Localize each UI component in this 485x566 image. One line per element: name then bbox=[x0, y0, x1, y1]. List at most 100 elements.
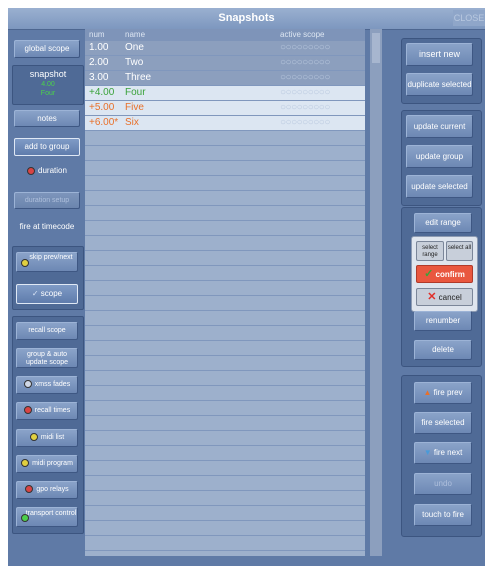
table-row[interactable] bbox=[85, 251, 365, 266]
add-to-group-button[interactable]: add to group bbox=[14, 138, 80, 156]
table-row[interactable]: +4.00 Four ○○○○○○○○○ bbox=[85, 86, 365, 101]
table-row[interactable] bbox=[85, 356, 365, 371]
table-row[interactable]: +5.00 Five ○○○○○○○○○ bbox=[85, 101, 365, 116]
snapshot-list[interactable]: num name active scope 1.00 One ○○○○○○○○○ 2.… bbox=[85, 29, 365, 556]
row-num: +5.00 bbox=[89, 102, 115, 113]
fire-prev-button[interactable]: ▲ fire prev bbox=[414, 382, 472, 404]
table-row[interactable] bbox=[85, 311, 365, 326]
table-row[interactable]: 3.00 Three ○○○○○○○○○ bbox=[85, 71, 365, 86]
select-all-button[interactable]: select all bbox=[446, 241, 473, 261]
duration-label: duration bbox=[38, 166, 67, 175]
transport-control-label: transport control bbox=[25, 510, 77, 517]
table-row[interactable] bbox=[85, 371, 365, 386]
gpo-relays-button[interactable]: gpo relays bbox=[16, 481, 78, 499]
table-row[interactable] bbox=[85, 461, 365, 476]
header-name: name bbox=[125, 30, 146, 39]
select-range-button[interactable]: select range bbox=[416, 241, 444, 261]
cancel-label: cancel bbox=[438, 293, 462, 302]
table-row[interactable] bbox=[85, 236, 365, 251]
group-auto-update-scope-button[interactable]: group & auto update scope bbox=[16, 348, 78, 368]
scope-button[interactable]: ✓ scope bbox=[16, 284, 78, 304]
table-row[interactable] bbox=[85, 326, 365, 341]
table-row[interactable] bbox=[85, 401, 365, 416]
table-row[interactable] bbox=[85, 146, 365, 161]
table-row[interactable] bbox=[85, 521, 365, 536]
table-row[interactable] bbox=[85, 476, 365, 491]
table-row[interactable] bbox=[85, 416, 365, 431]
table-row[interactable] bbox=[85, 536, 365, 551]
fire-next-button[interactable]: ▼ fire next bbox=[414, 442, 472, 464]
midi-program-button[interactable]: midi program bbox=[16, 455, 78, 473]
table-row[interactable] bbox=[85, 176, 365, 191]
cancel-button[interactable]: ✕ cancel bbox=[416, 288, 473, 306]
table-row[interactable] bbox=[85, 431, 365, 446]
fire-selected-button[interactable]: fire selected bbox=[414, 412, 472, 434]
duration-setup-button[interactable]: duration setup bbox=[14, 192, 80, 209]
check-icon: ✓ bbox=[31, 289, 41, 298]
midi-list-button[interactable]: midi list bbox=[16, 429, 78, 447]
recall-scope-button[interactable]: recall scope bbox=[16, 322, 78, 340]
snapshot-label: snapshot bbox=[29, 69, 67, 79]
edit-range-button[interactable]: edit range bbox=[414, 213, 472, 233]
global-scope-button[interactable]: global scope bbox=[14, 40, 80, 58]
row-scope: ○○○○○○○○○ bbox=[280, 57, 330, 68]
recall-times-button[interactable]: recall times bbox=[16, 402, 78, 420]
table-row[interactable] bbox=[85, 341, 365, 356]
row-name: Three bbox=[125, 72, 152, 83]
skip-prev-next-button[interactable]: skip prev/next bbox=[16, 252, 78, 272]
row-name: Two bbox=[125, 57, 144, 68]
row-scope: ○○○○○○○○○ bbox=[280, 102, 330, 113]
duration-indicator-icon bbox=[27, 166, 36, 175]
row-name: Five bbox=[125, 102, 144, 113]
table-row[interactable]: 1.00 One ○○○○○○○○○ bbox=[85, 41, 365, 56]
midi-program-indicator-icon bbox=[21, 459, 30, 468]
list-scrollbar[interactable] bbox=[370, 29, 382, 556]
row-scope: ○○○○○○○○○ bbox=[280, 42, 330, 53]
transport-control-button[interactable]: transport control bbox=[16, 507, 78, 527]
table-row[interactable] bbox=[85, 161, 365, 176]
table-row[interactable] bbox=[85, 206, 365, 221]
list-header: num name active scope bbox=[85, 29, 365, 41]
table-row[interactable] bbox=[85, 386, 365, 401]
table-row[interactable] bbox=[85, 221, 365, 236]
row-name: Six bbox=[125, 117, 139, 128]
update-current-button[interactable]: update current bbox=[406, 115, 473, 138]
midi-list-indicator-icon bbox=[29, 433, 38, 442]
undo-button[interactable]: undo bbox=[414, 473, 472, 495]
table-row[interactable] bbox=[85, 491, 365, 506]
snapshot-number: 4.00 bbox=[41, 81, 55, 88]
table-row[interactable] bbox=[85, 446, 365, 461]
fire-prev-icon: ▲ bbox=[423, 388, 432, 397]
midi-program-label: midi program bbox=[32, 460, 73, 467]
xmss-fades-button[interactable]: xmss fades bbox=[16, 376, 78, 394]
confirm-button[interactable]: ✓ confirm bbox=[416, 265, 473, 283]
close-button[interactable]: CLOSE bbox=[453, 10, 485, 26]
table-row[interactable]: +6.00* Six ○○○○○○○○○ bbox=[85, 116, 365, 131]
table-row[interactable] bbox=[85, 296, 365, 311]
touch-to-fire-button[interactable]: touch to fire bbox=[414, 504, 472, 526]
midi-list-label: midi list bbox=[40, 434, 65, 441]
table-row[interactable] bbox=[85, 506, 365, 521]
fire-at-timecode-label[interactable]: fire at timecode bbox=[12, 222, 82, 231]
table-row[interactable] bbox=[85, 281, 365, 296]
row-num: +4.00 bbox=[89, 87, 115, 98]
insert-new-button[interactable]: insert new bbox=[406, 43, 473, 66]
renumber-button[interactable]: renumber bbox=[414, 311, 472, 331]
scope-label: scope bbox=[40, 289, 63, 298]
notes-button[interactable]: notes bbox=[14, 110, 80, 127]
row-name: One bbox=[125, 42, 144, 53]
update-group-button[interactable]: update group bbox=[406, 145, 473, 168]
update-selected-button[interactable]: update selected bbox=[406, 175, 473, 198]
delete-button[interactable]: delete bbox=[414, 340, 472, 360]
table-row[interactable] bbox=[85, 131, 365, 146]
edit-range-popup: select range select all ✓ confirm ✕ canc… bbox=[411, 236, 478, 312]
scrollbar-thumb[interactable] bbox=[372, 33, 380, 63]
gpo-relays-indicator-icon bbox=[25, 485, 34, 494]
gpo-relays-label: gpo relays bbox=[36, 486, 69, 493]
duplicate-selected-button[interactable]: duplicate selected bbox=[406, 73, 473, 96]
duration-toggle[interactable]: duration bbox=[14, 166, 80, 175]
table-row[interactable] bbox=[85, 266, 365, 281]
table-row[interactable] bbox=[85, 191, 365, 206]
row-num: 1.00 bbox=[89, 42, 109, 53]
table-row[interactable]: 2.00 Two ○○○○○○○○○ bbox=[85, 56, 365, 71]
